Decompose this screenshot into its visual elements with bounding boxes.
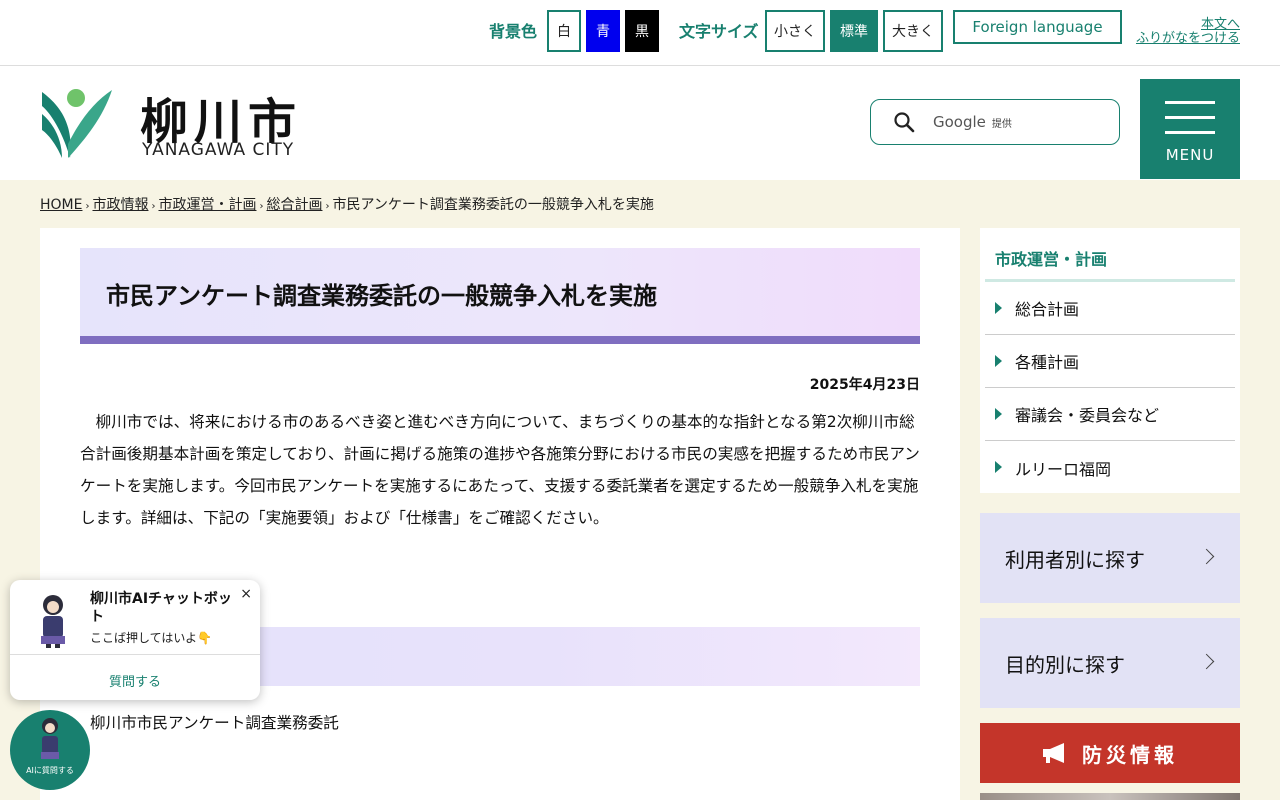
menu-label: MENU bbox=[1165, 146, 1215, 164]
triangle-right-icon bbox=[995, 302, 1002, 314]
triangle-right-icon bbox=[995, 408, 1002, 420]
menu-button[interactable]: MENU bbox=[1140, 79, 1240, 179]
sidebar-item-councils[interactable]: 審議会・委員会など bbox=[985, 388, 1235, 441]
powered-by-label: 提供 bbox=[991, 119, 1012, 130]
search-by-user-button[interactable]: 利用者別に探す bbox=[980, 513, 1240, 603]
sidebar-heading[interactable]: 市政運営・計画 bbox=[995, 246, 1107, 270]
page-title-box: 市民アンケート調査業務委託の一般競争入札を実施 bbox=[80, 248, 920, 344]
search-icon[interactable] bbox=[893, 111, 915, 133]
chatbot-message: ここば押してはいよ👇 bbox=[90, 631, 213, 645]
breadcrumb-current: 市民アンケート調査業務委託の一般競争入札を実施 bbox=[332, 197, 654, 213]
chatbot-fab-label: AIに質問する bbox=[26, 766, 74, 775]
search-provider: Google 提供 bbox=[933, 113, 1012, 131]
font-size-label: 文字サイズ bbox=[679, 22, 759, 41]
chevron-right-icon bbox=[1198, 548, 1215, 565]
skip-links: 本文へ ふりがなをつける bbox=[1136, 18, 1240, 46]
search-by-purpose-button[interactable]: 目的別に探す bbox=[980, 618, 1240, 708]
chevron-right-icon bbox=[1198, 653, 1215, 670]
foreign-language-button[interactable]: Foreign language bbox=[953, 10, 1122, 44]
page-title: 市民アンケート調査業務委託の一般競争入札を実施 bbox=[106, 282, 658, 310]
article-body: 柳川市では、将来における市のあるべき姿と進むべき方向について、まちづくりの基本的… bbox=[80, 413, 920, 527]
disaster-info-button[interactable]: 防災情報 bbox=[980, 723, 1240, 783]
font-normal-button[interactable]: 標準 bbox=[830, 10, 878, 52]
sidebar-nav: 市政運営・計画 総合計画 各種計画 審議会・委員会など ルリーロ福岡 bbox=[980, 228, 1240, 493]
bg-blue-button[interactable]: 青 bbox=[586, 10, 620, 52]
breadcrumb-administration[interactable]: 市政運営・計画 bbox=[158, 197, 256, 213]
chatbot-title: 柳川市AIチャットボット bbox=[90, 591, 232, 625]
breadcrumb-home[interactable]: HOME bbox=[40, 197, 82, 213]
breadcrumb-comprehensive-plan[interactable]: 総合計画 bbox=[266, 197, 322, 213]
megaphone-icon bbox=[1043, 743, 1064, 763]
utility-bar: 背景色 白 青 黒 文字サイズ 小さく 標準 大きく Foreign langu… bbox=[0, 0, 1280, 66]
sidebar-banner-image[interactable] bbox=[980, 793, 1240, 800]
main-content: 市民アンケート調査業務委託の一般競争入札を実施 2025年4月23日 柳川市では… bbox=[40, 228, 960, 800]
chatbot-avatar-icon bbox=[41, 595, 65, 648]
chatbot-ask-button[interactable]: 質問する bbox=[10, 671, 260, 690]
chatbot-popup: 柳川市AIチャットボット ここば押してはいよ👇 × 質問する bbox=[10, 580, 260, 700]
chatbot-avatar-icon bbox=[41, 718, 59, 759]
skip-to-content-link[interactable]: 本文へ bbox=[1136, 18, 1240, 32]
search-box[interactable]: Google 提供 bbox=[870, 99, 1120, 145]
chatbot-fab-button[interactable]: AIに質問する bbox=[10, 710, 90, 790]
google-brand: Google bbox=[933, 113, 986, 131]
bg-white-button[interactable]: 白 bbox=[547, 10, 581, 52]
city-emblem-icon[interactable] bbox=[40, 84, 114, 158]
breadcrumb: HOME › 市政情報 › 市政運営・計画 › 総合計画 › 市民アンケート調査業務委託の一般競… bbox=[40, 197, 654, 213]
hamburger-icon bbox=[1165, 101, 1215, 104]
font-small-button[interactable]: 小さく bbox=[765, 10, 825, 52]
site-header: 柳川市 YANAGAWA CITY Google 提供 MENU bbox=[0, 66, 1280, 180]
section-text: 柳川市市民アンケート調査業務委託 bbox=[90, 714, 339, 732]
sidebar-item-various-plans[interactable]: 各種計画 bbox=[985, 335, 1235, 388]
close-icon[interactable]: × bbox=[240, 586, 252, 602]
sidebar-item-rurillo[interactable]: ルリーロ福岡 bbox=[985, 441, 1235, 494]
font-large-button[interactable]: 大きく bbox=[883, 10, 943, 52]
bg-black-button[interactable]: 黒 bbox=[625, 10, 659, 52]
triangle-right-icon bbox=[995, 461, 1002, 473]
sidebar-item-comprehensive-plan[interactable]: 総合計画 bbox=[985, 282, 1235, 335]
bg-color-label: 背景色 bbox=[489, 22, 538, 41]
publish-date: 2025年4月23日 bbox=[809, 377, 920, 393]
breadcrumb-city-info[interactable]: 市政情報 bbox=[92, 197, 148, 213]
site-logo-subtitle: YANAGAWA CITY bbox=[142, 140, 295, 160]
triangle-right-icon bbox=[995, 355, 1002, 367]
chatbot-divider bbox=[10, 654, 260, 655]
furigana-link[interactable]: ふりがなをつける bbox=[1136, 32, 1240, 46]
